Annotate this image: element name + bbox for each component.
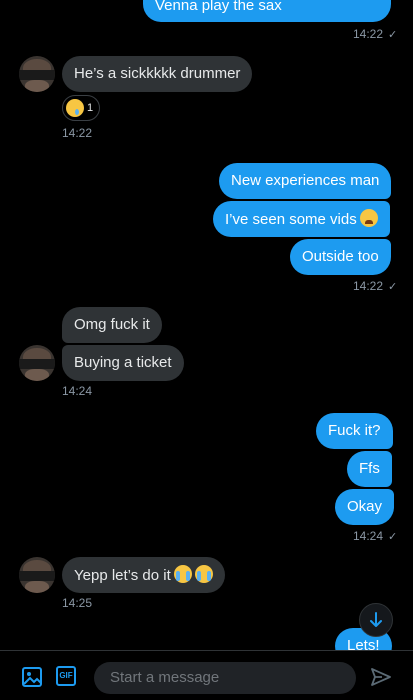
image-button[interactable] <box>21 666 43 688</box>
message-input-placeholder: Start a message <box>110 669 220 686</box>
received-message[interactable]: Buying a ticket <box>62 345 184 381</box>
sent-message[interactable]: Okay <box>335 489 395 525</box>
gif-button[interactable]: GIF <box>56 666 78 688</box>
message-text: Outside too <box>302 248 379 265</box>
crying-emoji-icon <box>66 99 84 117</box>
message-time: 14:22 ✓ <box>353 27 398 41</box>
message-time: 14:22 <box>62 126 93 140</box>
received-message[interactable]: Yepp let’s do it <box>62 557 225 593</box>
reaction-count: 1 <box>87 102 94 114</box>
check-icon: ✓ <box>388 29 398 41</box>
arrow-down-icon <box>370 612 382 627</box>
gif-label: GIF <box>59 671 73 680</box>
sent-message[interactable]: Fuck it? <box>316 413 393 449</box>
gif-icon: GIF <box>56 666 76 686</box>
scroll-down-button[interactable] <box>359 603 393 637</box>
sent-message[interactable]: Ffs <box>347 451 392 487</box>
check-icon: ✓ <box>388 531 398 543</box>
message-text: Yepp let’s do it <box>74 567 171 584</box>
loudly-crying-emoji-icon <box>173 565 192 583</box>
reaction-badge[interactable]: 1 <box>62 95 101 121</box>
sent-message[interactable]: Outside too <box>290 239 391 275</box>
message-time: 14:25 <box>62 596 93 610</box>
received-message[interactable]: Omg fuck it <box>62 307 162 343</box>
message-text: Ffs <box>359 460 380 477</box>
image-icon <box>22 667 42 687</box>
sent-message[interactable]: New experiences man <box>219 163 392 199</box>
message-time: 14:22 ✓ <box>353 279 398 293</box>
loudly-crying-emoji-icon <box>194 565 213 583</box>
composer-bar: GIF Start a message <box>0 650 413 700</box>
message-text: Buying a ticket <box>74 354 172 371</box>
sent-message[interactable]: Venna play the sax <box>143 0 391 22</box>
message-text: New experiences man <box>231 172 380 189</box>
message-input[interactable]: Start a message <box>94 662 356 694</box>
message-text: Venna play the sax <box>155 0 282 14</box>
send-icon <box>371 668 391 686</box>
message-text: He’s a sickkkkk drummer <box>74 65 241 82</box>
weary-emoji-icon <box>359 209 378 227</box>
received-message[interactable]: He’s a sickkkkk drummer <box>62 56 253 92</box>
message-text: Omg fuck it <box>74 316 150 333</box>
message-time: 14:24 <box>62 384 93 398</box>
avatar[interactable] <box>19 56 55 92</box>
avatar[interactable] <box>19 345 55 381</box>
message-text: I’ve seen some vids <box>225 211 357 228</box>
message-text: Fuck it? <box>328 422 381 439</box>
message-time: 14:24 ✓ <box>353 529 398 543</box>
message-text: Okay <box>347 498 383 515</box>
check-icon: ✓ <box>388 281 398 293</box>
send-button[interactable] <box>370 666 392 688</box>
avatar[interactable] <box>19 557 55 593</box>
sent-message[interactable]: I’ve seen some vids <box>213 201 390 237</box>
